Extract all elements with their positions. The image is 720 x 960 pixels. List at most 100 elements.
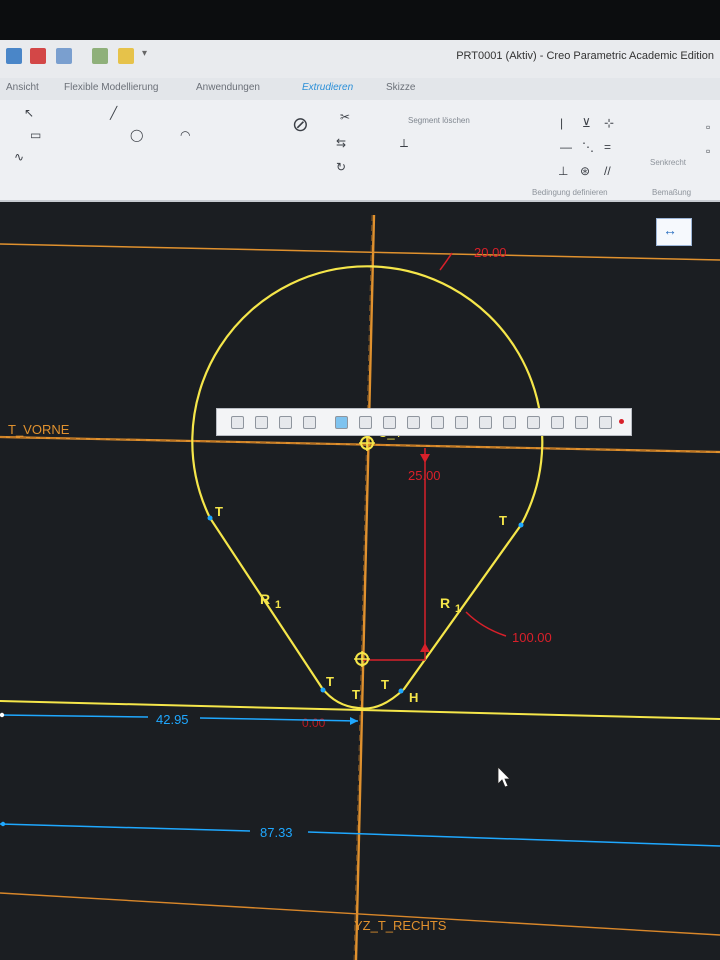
- tab-extrudieren[interactable]: Extrudieren: [302, 82, 353, 93]
- vertical-centerline: [353, 214, 373, 960]
- symmetric-constraint-icon[interactable]: ⊛: [580, 164, 590, 178]
- senkrecht-label[interactable]: Senkrecht: [650, 158, 686, 167]
- datum-label-yz-t-rechts[interactable]: YZ_T_RECHTS: [354, 918, 447, 933]
- constraint-t-bottom[interactable]: T: [352, 687, 360, 702]
- tab-ansicht[interactable]: Ansicht: [6, 82, 39, 93]
- dimension-20[interactable]: 20.00: [474, 245, 507, 260]
- grid-display-icon[interactable]: [551, 416, 564, 429]
- reference-icon[interactable]: ▫: [706, 144, 710, 158]
- close-file-icon[interactable]: [30, 48, 46, 64]
- ref-dim-42-line-right: [199, 717, 359, 722]
- refit-icon[interactable]: [231, 416, 244, 429]
- ribbon-tabs: Ansicht Flexible Modellierung Anwendunge…: [0, 78, 720, 100]
- spline-icon[interactable]: ∿: [14, 150, 24, 164]
- monitor-bezel: [0, 0, 720, 40]
- status-dot: [619, 419, 624, 424]
- equal-constraint-icon[interactable]: =: [604, 140, 611, 154]
- ref-dim-42-line-left: [0, 714, 149, 718]
- divide-icon[interactable]: ⟂: [400, 136, 408, 151]
- dimension-0[interactable]: 0.00: [302, 716, 326, 730]
- group-bemassung[interactable]: Bemaßung: [652, 188, 691, 197]
- zoom-in-icon[interactable]: [255, 416, 268, 429]
- rectangle-icon[interactable]: ▭: [30, 128, 41, 142]
- tab-anwendungen[interactable]: Anwendungen: [196, 82, 260, 93]
- dimension-arrow-top-icon: [420, 454, 430, 463]
- sketch-settings-icon[interactable]: [599, 416, 612, 429]
- sketch-view-icon[interactable]: [479, 416, 492, 429]
- annotation-display-icon[interactable]: [431, 416, 444, 429]
- ribbon: ↖ ╱ ▭ ◯ ◠ ∿ ⊘ ✂ Segment löschen ⇆ ⟂ ↻ | …: [0, 100, 720, 246]
- tab-skizze[interactable]: Skizze: [386, 82, 415, 93]
- repaint-icon[interactable]: [303, 416, 316, 429]
- window-title: PRT0001 (Aktiv) - Creo Parametric Academ…: [456, 50, 714, 62]
- constraint-r-left-sub: 1: [275, 599, 281, 611]
- constraint-r-left[interactable]: R: [260, 591, 270, 607]
- tangent-constraint-icon[interactable]: ⊻: [582, 116, 591, 130]
- arrow-icon[interactable]: ↖: [24, 106, 34, 120]
- dimension-87-33[interactable]: 87.33: [260, 825, 293, 840]
- sketch-canvas[interactable]: 20.00 25.00 100.00 0.00 42.95 87.33 T_VO…: [0, 200, 720, 960]
- constraint-r-right[interactable]: R: [440, 595, 450, 611]
- quick-access-dropdown-icon[interactable]: ▾: [142, 48, 158, 64]
- constraint-t-bottom-left[interactable]: T: [326, 674, 334, 689]
- ref-dim-87-endpoint: [0, 821, 6, 827]
- top-reference-line[interactable]: [0, 243, 720, 261]
- display-style-icon[interactable]: [335, 416, 348, 429]
- zoom-out-icon[interactable]: [279, 416, 292, 429]
- horizontal-constraint-icon[interactable]: —: [560, 140, 572, 154]
- tangent-point-right[interactable]: [518, 522, 524, 528]
- tangent-point-bottom-right[interactable]: [398, 688, 404, 694]
- ref-dim-87-line-left: [0, 823, 251, 832]
- constraint-r-right-sub: 1: [455, 603, 461, 615]
- constraint-display-icon[interactable]: [527, 416, 540, 429]
- group-bedingung-definieren[interactable]: Bedingung definieren: [532, 188, 608, 197]
- dimension-100[interactable]: 100.00: [512, 630, 552, 645]
- top-dimension-leader: [439, 252, 453, 271]
- ref-dim-endpoint: [0, 712, 5, 718]
- constraint-h[interactable]: H: [409, 690, 418, 705]
- tangent-point-left[interactable]: [207, 515, 213, 521]
- dimension-display-icon[interactable]: [503, 416, 516, 429]
- arc-center-point-icon[interactable]: [354, 651, 370, 667]
- mouse-cursor-icon: [497, 766, 511, 788]
- dimension-arrow-bottom-icon: [420, 643, 430, 652]
- tangent-point-bottom-left[interactable]: [320, 687, 326, 693]
- regenerate-icon[interactable]: [118, 48, 134, 64]
- circle-icon[interactable]: ◯: [130, 128, 143, 142]
- coincident-constraint-icon[interactable]: ⋱: [582, 140, 594, 154]
- constraint-t-bottom-right[interactable]: T: [381, 677, 389, 692]
- view-manager-icon[interactable]: [383, 416, 396, 429]
- center-point-icon[interactable]: [359, 435, 375, 451]
- title-bar: ▾ PRT0001 (Aktiv) - Creo Parametric Acad…: [0, 40, 720, 79]
- new-file-icon[interactable]: [6, 48, 22, 64]
- midpoint-constraint-icon[interactable]: ⊹: [604, 116, 614, 130]
- rotate-icon[interactable]: ↻: [336, 160, 346, 174]
- vertical-constraint-icon[interactable]: |: [560, 116, 563, 130]
- mirror-icon[interactable]: ⇆: [336, 136, 346, 150]
- ref-dim-87-line-right: [307, 831, 720, 847]
- yz-t-rechts-datum-line[interactable]: [354, 214, 376, 960]
- trim-icon[interactable]: ✂: [340, 110, 350, 124]
- constraint-t-right[interactable]: T: [499, 513, 507, 528]
- radius-dimension-leader: [465, 611, 507, 637]
- datum-label-t-vorne[interactable]: T_VORNE: [8, 422, 70, 437]
- vertex-display-icon[interactable]: [575, 416, 588, 429]
- datum-display-icon[interactable]: [407, 416, 420, 429]
- tab-flexible-modellierung[interactable]: Flexible Modellierung: [64, 82, 159, 93]
- spin-center-icon[interactable]: [455, 416, 468, 429]
- open-icon[interactable]: [56, 48, 72, 64]
- graphics-toolbar: [216, 408, 632, 436]
- line-icon[interactable]: ╱: [110, 106, 117, 120]
- graphics-area[interactable]: 20.00 25.00 100.00 0.00 42.95 87.33 T_VO…: [0, 200, 720, 960]
- dimension-25[interactable]: 25.00: [408, 468, 441, 483]
- baseline-icon[interactable]: ▫: [706, 120, 710, 134]
- segment-loeschen-label[interactable]: Segment löschen: [408, 116, 470, 125]
- save-icon[interactable]: [92, 48, 108, 64]
- arc-icon[interactable]: ◠: [180, 128, 190, 142]
- saved-orientations-icon[interactable]: [359, 416, 372, 429]
- constraint-t-left[interactable]: T: [215, 504, 223, 519]
- dimension-42-95[interactable]: 42.95: [156, 712, 189, 727]
- parallel-constraint-icon[interactable]: //: [604, 164, 611, 178]
- offset-icon[interactable]: ⊘: [292, 112, 309, 137]
- perpendicular-constraint-icon[interactable]: ⊥: [558, 164, 568, 178]
